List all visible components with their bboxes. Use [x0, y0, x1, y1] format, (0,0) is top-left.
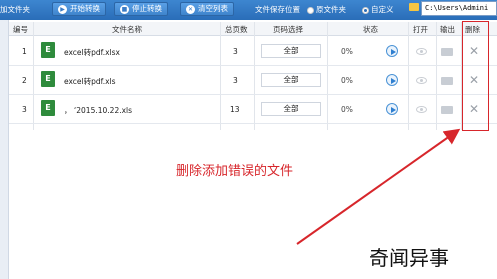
annotation-text: 删除添加错误的文件 — [176, 164, 294, 179]
annotation-arrow — [296, 128, 461, 245]
watermark: 奇闻异事 — [369, 246, 449, 270]
